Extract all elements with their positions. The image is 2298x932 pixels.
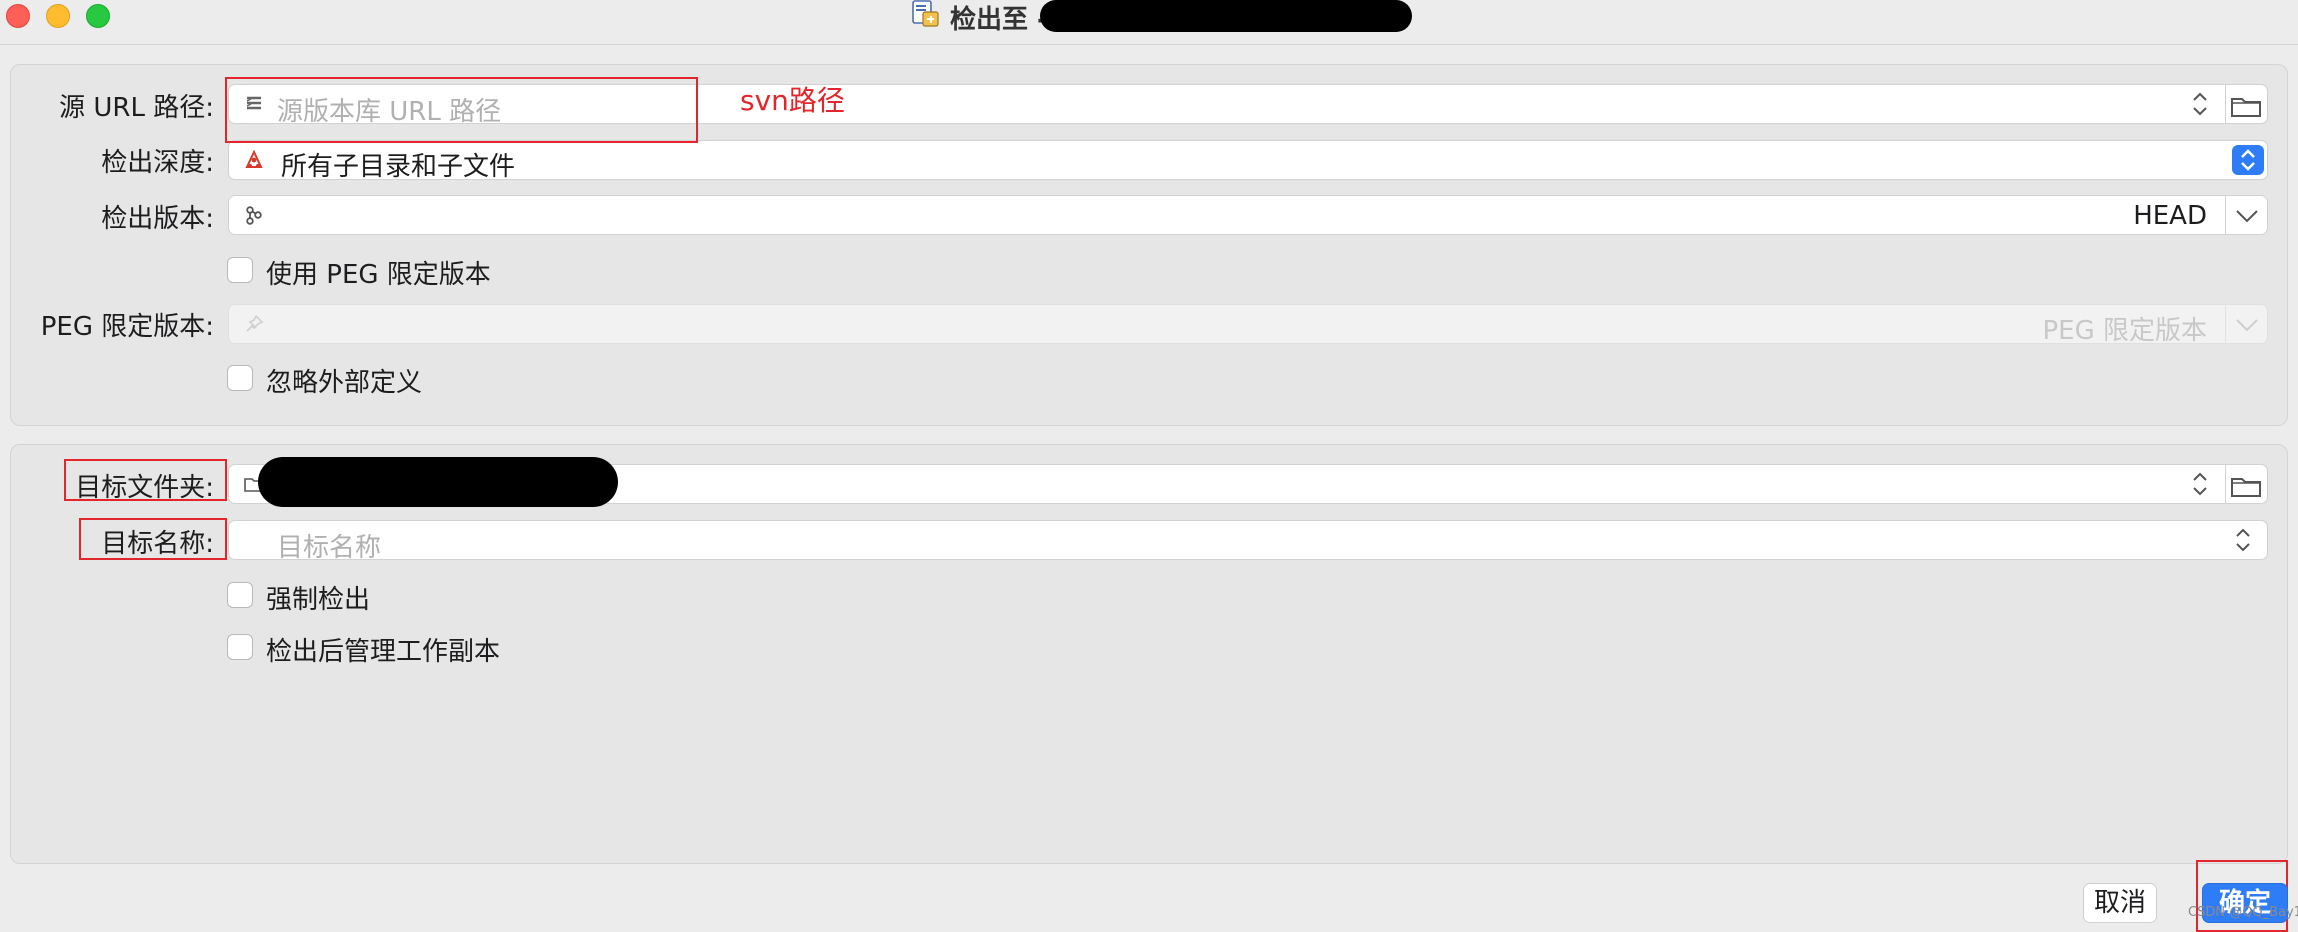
manage-working-copy-label: 检出后管理工作副本: [266, 637, 501, 667]
checkout-depth-value: 所有子目录和子文件: [281, 152, 516, 182]
divider: [2225, 85, 2226, 123]
divider: [2225, 196, 2226, 234]
divider: [2225, 465, 2226, 503]
close-window-button[interactable]: [6, 4, 30, 28]
manage-working-copy-checkbox[interactable]: [227, 634, 253, 660]
peg-revision-placeholder: PEG 限定版本: [2042, 316, 2207, 346]
ignore-externals-checkbox[interactable]: [227, 365, 253, 391]
checkout-revision-label: 检出版本:: [101, 204, 214, 234]
target-name-combobox[interactable]: 目标名称: [228, 520, 2268, 563]
chevron-down-icon[interactable]: [2232, 206, 2262, 226]
use-peg-label: 使用 PEG 限定版本: [266, 260, 491, 290]
divider: [2225, 305, 2226, 343]
peg-revision-label: PEG 限定版本:: [40, 312, 214, 342]
source-url-label: 源 URL 路径:: [59, 93, 214, 123]
peg-revision-combobox[interactable]: PEG 限定版本: [228, 304, 2268, 346]
updown-stepper-icon[interactable]: [2232, 525, 2254, 555]
checkout-revision-combobox[interactable]: HEAD: [228, 195, 2268, 235]
checkout-depth-label: 检出深度:: [101, 148, 214, 178]
annotation-box-source-url: [225, 77, 698, 143]
pin-icon: [246, 315, 264, 332]
redacted-title: [1040, 0, 1412, 32]
cancel-button[interactable]: 取消: [2083, 883, 2157, 923]
title-bar: 检出至 -: [0, 0, 2298, 45]
minimize-window-button[interactable]: [46, 4, 70, 28]
force-checkout-label: 强制检出: [266, 585, 371, 615]
svn-checkout-icon: [912, 0, 939, 27]
target-name-placeholder: 目标名称: [277, 533, 382, 563]
updown-stepper-icon[interactable]: [2189, 469, 2211, 499]
revision-icon: [246, 206, 262, 225]
browse-folder-icon[interactable]: [2229, 471, 2263, 499]
ignore-externals-label: 忽略外部定义: [266, 368, 423, 398]
depth-popup-button[interactable]: [2232, 145, 2264, 175]
chevron-down-icon[interactable]: [2232, 315, 2262, 335]
updown-stepper-icon[interactable]: [2189, 89, 2211, 119]
annotation-box-target-name: [79, 518, 227, 560]
force-checkout-checkbox[interactable]: [227, 582, 253, 608]
window-title: 检出至 -: [950, 5, 1048, 35]
zoom-window-button[interactable]: [86, 4, 110, 28]
browse-folder-icon[interactable]: [2229, 91, 2263, 119]
use-peg-checkbox[interactable]: [227, 257, 253, 283]
checkout-depth-popup[interactable]: 所有子目录和子文件: [228, 140, 2268, 182]
checkout-revision-value: HEAD: [2133, 201, 2207, 231]
annotation-box-target-folder: [64, 459, 227, 501]
redacted-target-folder: [258, 457, 618, 507]
depth-tree-icon: [245, 149, 263, 168]
annotation-svn-note: svn路径: [740, 84, 845, 117]
updown-stepper-icon: [2241, 149, 2255, 171]
watermark: CSDN @QQ_Bay11: [2188, 905, 2298, 920]
